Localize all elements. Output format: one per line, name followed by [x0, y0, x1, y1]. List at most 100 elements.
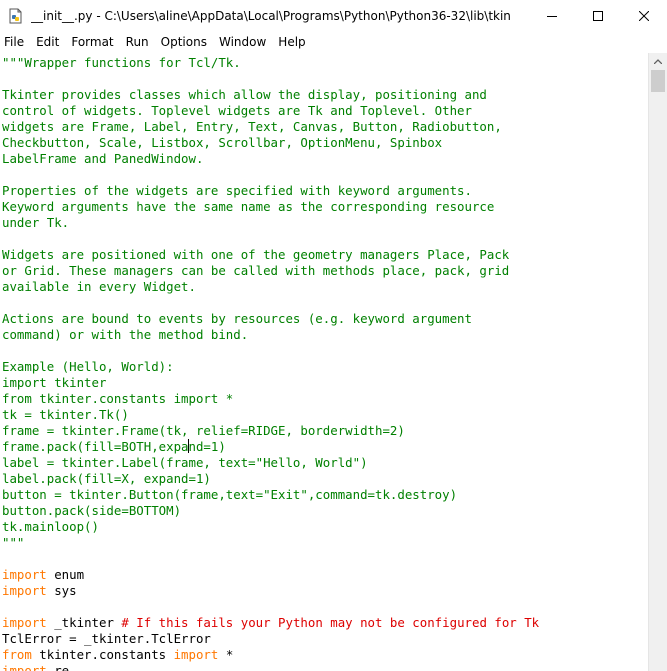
code-token: label.pack(fill=X, expand=1): [2, 471, 211, 486]
code-line[interactable]: import enum: [2, 567, 539, 583]
code-line[interactable]: Widgets are positioned with one of the g…: [2, 247, 539, 263]
code-line[interactable]: Checkbutton, Scale, Listbox, Scrollbar, …: [2, 135, 539, 151]
scroll-track[interactable]: [649, 92, 667, 671]
code-token: Keyword arguments have the same name as …: [2, 199, 495, 214]
code-line[interactable]: [2, 343, 539, 359]
code-line[interactable]: frame = tkinter.Frame(tk, relief=RIDGE, …: [2, 423, 539, 439]
menu-run[interactable]: Run: [122, 35, 155, 49]
code-token: """: [2, 535, 25, 550]
vertical-scrollbar[interactable]: [648, 53, 667, 671]
code-line[interactable]: [2, 167, 539, 183]
close-icon: [639, 11, 649, 21]
scroll-up-button[interactable]: [649, 53, 667, 70]
code-line[interactable]: available in every Widget.: [2, 279, 539, 295]
code-token: Actions are bound to events by resources…: [2, 311, 472, 326]
code-line[interactable]: from tkinter.constants import *: [2, 391, 539, 407]
menu-file[interactable]: File: [0, 35, 30, 49]
code-line[interactable]: label = tkinter.Label(frame, text="Hello…: [2, 455, 539, 471]
arrow-up-icon: [654, 59, 662, 64]
code-token: LabelFrame and PanedWindow.: [2, 151, 204, 166]
close-button[interactable]: [621, 0, 667, 32]
code-token: sys: [46, 583, 77, 598]
code-line[interactable]: label.pack(fill=X, expand=1): [2, 471, 539, 487]
code-line[interactable]: [2, 599, 539, 615]
code-line[interactable]: [2, 71, 539, 87]
code-token: Widgets are positioned with one of the g…: [2, 247, 510, 262]
menu-options[interactable]: Options: [157, 35, 213, 49]
minimize-icon: [547, 16, 557, 17]
code-token: frame.pack(fill=BOTH,expa: [2, 439, 189, 454]
code-line[interactable]: import re: [2, 663, 539, 671]
scroll-thumb[interactable]: [651, 70, 665, 92]
code-token: """Wrapper functions for Tcl/Tk.: [2, 55, 241, 70]
code-token: import tkinter: [2, 375, 107, 390]
code-line[interactable]: widgets are Frame, Label, Entry, Text, C…: [2, 119, 539, 135]
title-bar[interactable]: __init__.py - C:\Users\aline\AppData\Loc…: [0, 0, 667, 32]
code-token: import: [173, 647, 219, 662]
code-token: *: [218, 647, 234, 662]
code-token: Tkinter provides classes which allow the…: [2, 87, 487, 102]
code-token: tk.mainloop(): [2, 519, 99, 534]
code-token: tkinter.constants: [31, 647, 174, 662]
code-token: under Tk.: [2, 215, 70, 230]
code-line[interactable]: tk = tkinter.Tk(): [2, 407, 539, 423]
menu-bar: File Edit Format Run Options Window Help: [0, 32, 667, 52]
code-token: enum: [46, 567, 85, 582]
code-line[interactable]: command) or with the method bind.: [2, 327, 539, 343]
code-line[interactable]: """Wrapper functions for Tcl/Tk.: [2, 55, 539, 71]
code-token: control of widgets. Toplevel widgets are…: [2, 103, 472, 118]
code-line[interactable]: Example (Hello, World):: [2, 359, 539, 375]
code-line[interactable]: or Grid. These managers can be called wi…: [2, 263, 539, 279]
code-line[interactable]: LabelFrame and PanedWindow.: [2, 151, 539, 167]
maximize-button[interactable]: [575, 0, 621, 32]
menu-window[interactable]: Window: [215, 35, 272, 49]
code-line[interactable]: [2, 295, 539, 311]
code-token: widgets are Frame, Label, Entry, Text, C…: [2, 119, 502, 134]
code-line[interactable]: Actions are bound to events by resources…: [2, 311, 539, 327]
code-line[interactable]: Keyword arguments have the same name as …: [2, 199, 539, 215]
code-token: frame = tkinter.Frame(tk, relief=RIDGE, …: [2, 423, 405, 438]
code-token: nd=1): [188, 439, 226, 454]
code-line[interactable]: [2, 231, 539, 247]
python-file-icon: [8, 8, 24, 24]
maximize-icon: [593, 11, 603, 21]
code-token: Checkbutton, Scale, Listbox, Scrollbar, …: [2, 135, 443, 150]
code-token: button.pack(side=BOTTOM): [2, 503, 182, 518]
code-editor[interactable]: """Wrapper functions for Tcl/Tk. Tkinter …: [0, 53, 648, 671]
code-token: _tkinter: [46, 615, 122, 630]
code-token: from tkinter.constants import *: [2, 391, 234, 406]
menu-format[interactable]: Format: [67, 35, 119, 49]
code-line[interactable]: from tkinter.constants import *: [2, 647, 539, 663]
code-line[interactable]: control of widgets. Toplevel widgets are…: [2, 103, 539, 119]
code-line[interactable]: Properties of the widgets are specified …: [2, 183, 539, 199]
code-line[interactable]: tk.mainloop(): [2, 519, 539, 535]
code-token: tk = tkinter.Tk(): [2, 407, 129, 422]
code-line[interactable]: """: [2, 535, 539, 551]
code-token: import: [2, 663, 47, 671]
code-line[interactable]: import _tkinter # If this fails your Pyt…: [2, 615, 539, 631]
code-token: # If this fails your Python may not be c…: [121, 615, 540, 630]
code-token: command) or with the method bind.: [2, 327, 249, 342]
code-line[interactable]: button = tkinter.Button(frame,text="Exit…: [2, 487, 539, 503]
code-line[interactable]: import sys: [2, 583, 539, 599]
code-token: button = tkinter.Button(frame,text="Exit…: [2, 487, 458, 502]
code-token: TclError = _tkinter.TclError: [2, 631, 211, 646]
code-token: Example (Hello, World):: [2, 359, 174, 374]
minimize-button[interactable]: [529, 0, 575, 32]
code-token: Properties of the widgets are specified …: [2, 183, 472, 198]
code-line[interactable]: frame.pack(fill=BOTH,expand=1): [2, 439, 539, 455]
code-line[interactable]: button.pack(side=BOTTOM): [2, 503, 539, 519]
window-title: __init__.py - C:\Users\aline\AppData\Loc…: [31, 9, 511, 23]
code-token: import: [2, 567, 47, 582]
code-line[interactable]: import tkinter: [2, 375, 539, 391]
code-line[interactable]: TclError = _tkinter.TclError: [2, 631, 539, 647]
code-text[interactable]: """Wrapper functions for Tcl/Tk. Tkinter …: [2, 55, 539, 671]
code-token: label = tkinter.Label(frame, text="Hello…: [2, 455, 368, 470]
menu-help[interactable]: Help: [274, 35, 311, 49]
code-token: import: [2, 583, 47, 598]
code-token: re: [46, 663, 70, 671]
code-line[interactable]: Tkinter provides classes which allow the…: [2, 87, 539, 103]
code-line[interactable]: under Tk.: [2, 215, 539, 231]
code-line[interactable]: [2, 551, 539, 567]
menu-edit[interactable]: Edit: [32, 35, 65, 49]
